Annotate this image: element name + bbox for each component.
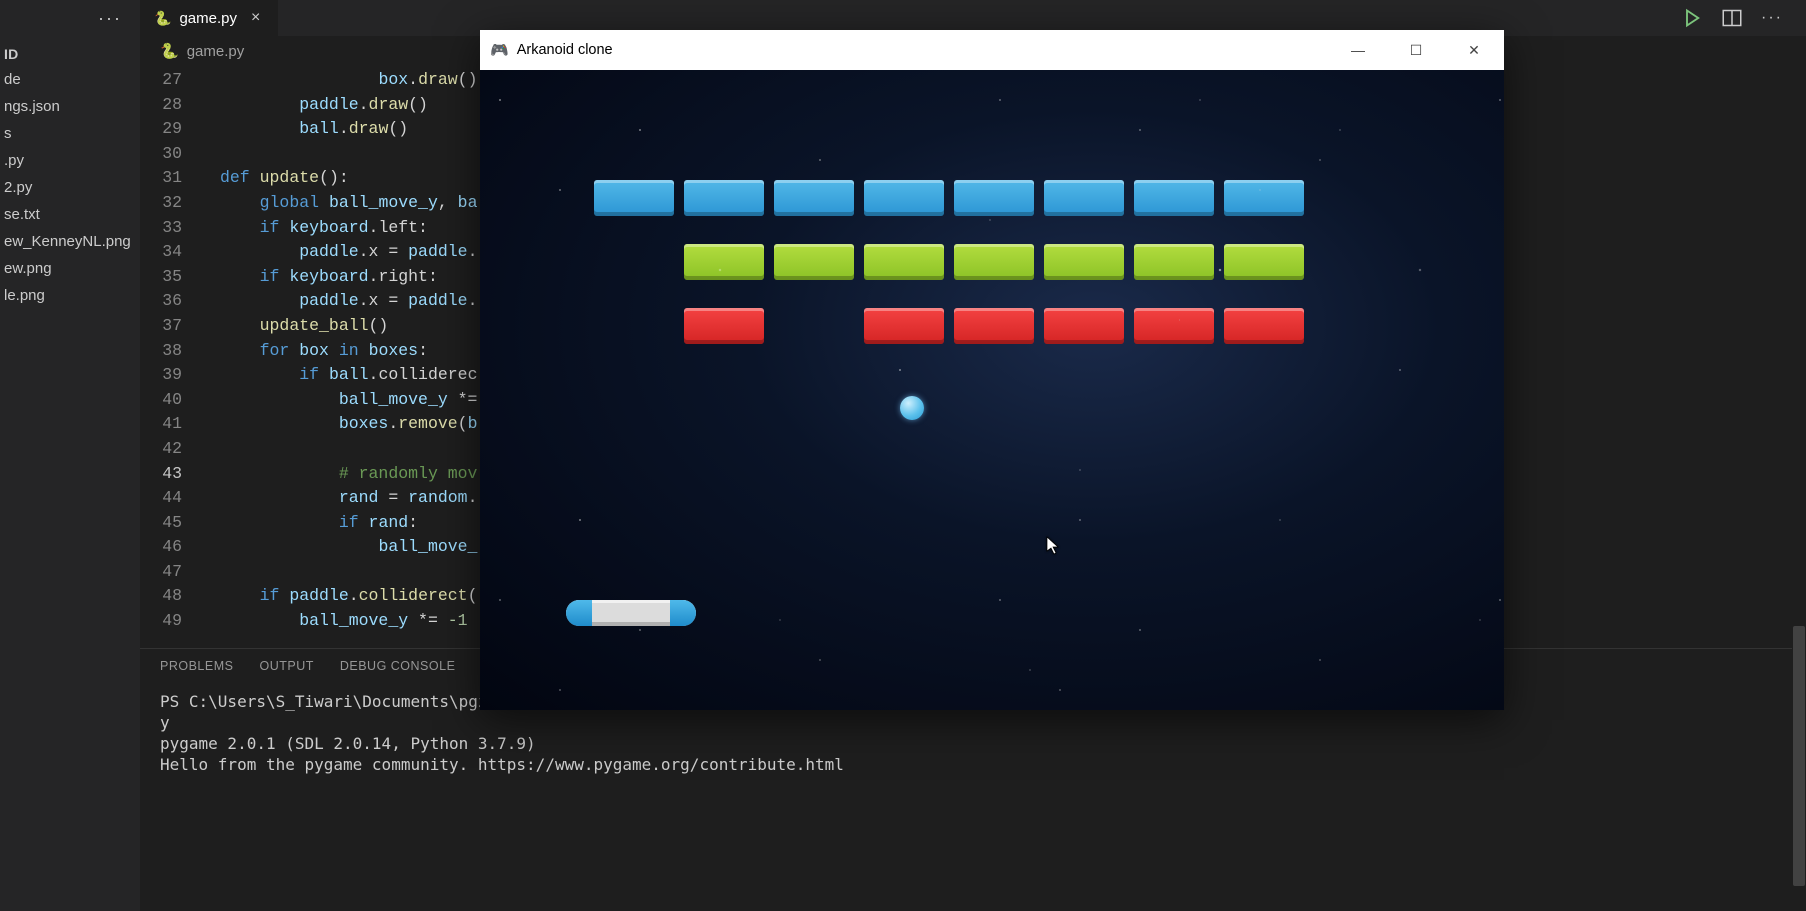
- brick: [684, 244, 764, 280]
- explorer-file-item[interactable]: .py: [0, 147, 140, 174]
- tab-filename: game.py: [179, 10, 237, 27]
- explorer-file-item[interactable]: se.txt: [0, 201, 140, 228]
- game-app-icon: 🎮: [490, 41, 509, 59]
- brick: [684, 180, 764, 216]
- game-window: 🎮 Arkanoid clone — ☐ ✕: [480, 30, 1504, 710]
- scrollbar-thumb[interactable]: [1793, 626, 1805, 886]
- brick: [1224, 308, 1304, 344]
- panel-tab[interactable]: PROBLEMS: [160, 659, 233, 673]
- editor-tab-game-py[interactable]: 🐍 game.py ×: [140, 0, 278, 36]
- breadcrumb-filename: game.py: [187, 43, 245, 60]
- brick: [1134, 244, 1214, 280]
- brick: [1044, 308, 1124, 344]
- explorer-file-item[interactable]: ngs.json: [0, 93, 140, 120]
- explorer-file-item[interactable]: le.png: [0, 282, 140, 309]
- brick: [684, 308, 764, 344]
- brick: [774, 180, 854, 216]
- game-titlebar[interactable]: 🎮 Arkanoid clone — ☐ ✕: [480, 30, 1504, 70]
- explorer-file-item[interactable]: ew.png: [0, 255, 140, 282]
- code-content[interactable]: box.draw() paddle.draw() ball.draw() def…: [220, 68, 477, 634]
- line-number-gutter: 2728293031323334353637383940414243444546…: [140, 66, 200, 634]
- brick: [1044, 180, 1124, 216]
- brick: [1044, 244, 1124, 280]
- minimize-icon[interactable]: —: [1344, 42, 1372, 59]
- brick: [954, 308, 1034, 344]
- brick: [864, 308, 944, 344]
- python-file-icon: 🐍: [160, 42, 179, 60]
- explorer-file-item[interactable]: 2.py: [0, 174, 140, 201]
- brick: [954, 244, 1034, 280]
- close-icon[interactable]: ×: [251, 9, 260, 27]
- brick: [774, 244, 854, 280]
- mouse-cursor-icon: [1046, 536, 1060, 556]
- explorer-sidebar: ID dengs.jsons.py2.pyse.txtew_KenneyNL.p…: [0, 36, 140, 911]
- brick: [1224, 244, 1304, 280]
- ball: [900, 396, 924, 420]
- panel-tab[interactable]: DEBUG CONSOLE: [340, 659, 456, 673]
- python-file-icon: 🐍: [154, 10, 171, 27]
- run-icon[interactable]: [1682, 8, 1702, 28]
- brick: [1134, 308, 1214, 344]
- brick: [1224, 180, 1304, 216]
- explorer-file-item[interactable]: de: [0, 66, 140, 93]
- game-window-title: Arkanoid clone: [517, 42, 613, 58]
- brick: [864, 180, 944, 216]
- close-window-icon[interactable]: ✕: [1460, 42, 1488, 59]
- split-editor-icon[interactable]: [1722, 8, 1742, 28]
- more-actions-icon[interactable]: ···: [1762, 8, 1782, 28]
- editor-scrollbar[interactable]: [1792, 66, 1806, 886]
- brick: [864, 244, 944, 280]
- maximize-icon[interactable]: ☐: [1402, 42, 1430, 59]
- paddle: [566, 600, 696, 626]
- game-canvas: [480, 70, 1504, 710]
- explorer-folder-name[interactable]: ID: [0, 42, 140, 66]
- panel-tab[interactable]: OUTPUT: [259, 659, 313, 673]
- explorer-file-item[interactable]: ew_KenneyNL.png: [0, 228, 140, 255]
- brick: [1134, 180, 1214, 216]
- brick: [594, 180, 674, 216]
- explorer-more-icon[interactable]: ···: [85, 0, 135, 36]
- explorer-file-item[interactable]: s: [0, 120, 140, 147]
- brick: [954, 180, 1034, 216]
